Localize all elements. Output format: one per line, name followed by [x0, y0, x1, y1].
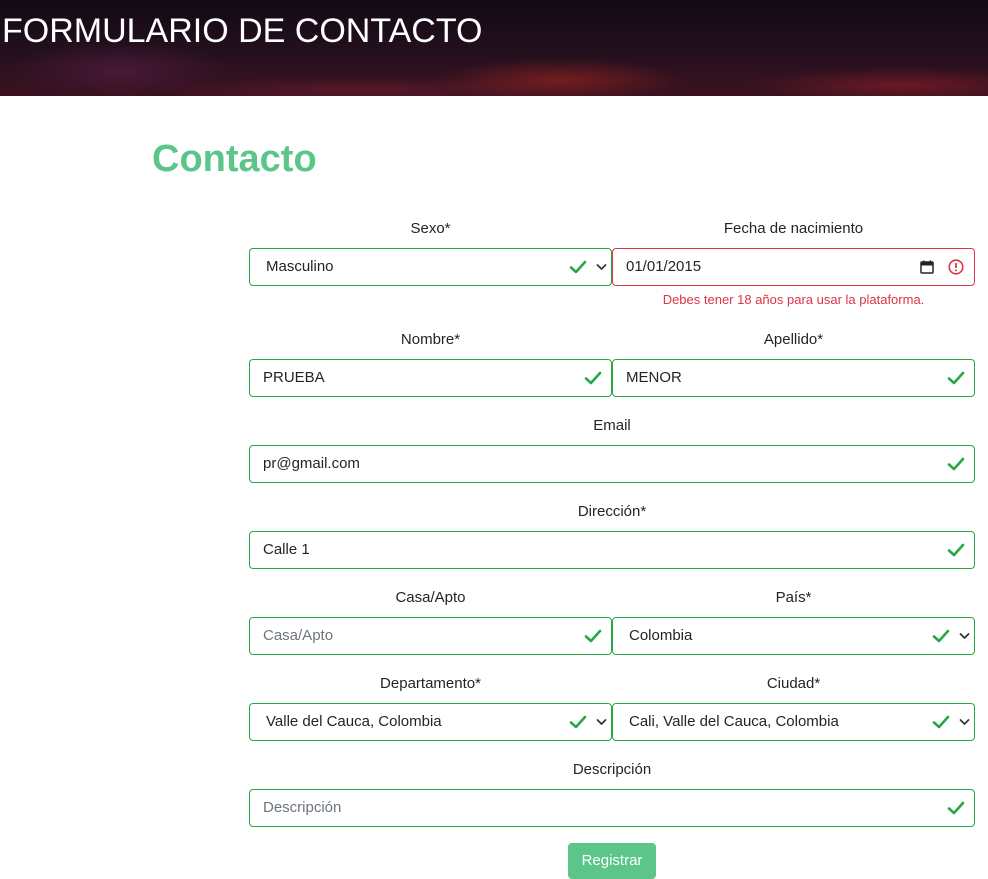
pais-select[interactable]: Colombia [612, 617, 975, 655]
direccion-input[interactable]: Calle 1 [249, 531, 975, 569]
sexo-label: Sexo* [410, 220, 451, 237]
fecha-label: Fecha de nacimiento [723, 220, 864, 237]
registrar-button[interactable]: Registrar [568, 843, 656, 879]
email-input[interactable]: pr@gmail.com [249, 445, 975, 483]
header-banner: FORMULARIO DE CONTACTO [0, 0, 988, 96]
apellido-value: MENOR [626, 369, 682, 386]
pais-value: Colombia [629, 627, 693, 644]
chevron-down-icon [596, 264, 607, 270]
check-icon [947, 457, 965, 471]
check-icon [932, 629, 950, 643]
exclamation-circle-icon [948, 259, 964, 275]
ciudad-select[interactable]: Cali, Valle del Cauca, Colombia [612, 703, 975, 741]
check-icon [947, 801, 965, 815]
nombre-label: Nombre* [400, 331, 461, 348]
sexo-select[interactable]: Masculino [249, 248, 612, 286]
check-icon [569, 260, 587, 274]
sexo-value: Masculino [266, 258, 334, 275]
ciudad-value: Cali, Valle del Cauca, Colombia [629, 713, 839, 730]
nombre-value: PRUEBA [263, 369, 325, 386]
fecha-value: 01/01/2015 [626, 258, 702, 275]
casa-placeholder: Casa/Apto [263, 627, 334, 644]
apellido-input[interactable]: MENOR [612, 359, 975, 397]
check-icon [947, 371, 965, 385]
check-icon [569, 715, 587, 729]
chevron-down-icon [596, 719, 607, 725]
calendar-icon[interactable] [920, 260, 934, 274]
check-icon [932, 715, 950, 729]
departamento-value: Valle del Cauca, Colombia [266, 713, 442, 730]
descripcion-input[interactable]: Descripción [249, 789, 975, 827]
ciudad-label: Ciudad* [766, 675, 821, 692]
direccion-value: Calle 1 [263, 541, 310, 558]
nombre-input[interactable]: PRUEBA [249, 359, 612, 397]
descripcion-placeholder: Descripción [263, 799, 342, 816]
fecha-nacimiento-input[interactable]: 01/01/2015 [612, 248, 975, 286]
pais-label: País* [775, 589, 812, 606]
chevron-down-icon [959, 719, 970, 725]
chevron-down-icon [959, 633, 970, 639]
check-icon [584, 629, 602, 643]
page-title: Contacto [152, 138, 317, 180]
email-value: pr@gmail.com [263, 455, 360, 472]
direccion-label: Dirección* [577, 503, 647, 520]
check-icon [947, 543, 965, 557]
header-title: FORMULARIO DE CONTACTO [2, 12, 483, 50]
departamento-label: Departamento* [380, 675, 481, 692]
casa-input[interactable]: Casa/Apto [249, 617, 612, 655]
apellido-label: Apellido* [763, 331, 824, 348]
check-icon [584, 371, 602, 385]
casa-label: Casa/Apto [395, 589, 466, 606]
descripcion-label: Descripción [572, 761, 652, 778]
fecha-error-message: Debes tener 18 años para usar la platafo… [662, 292, 925, 307]
email-label: Email [593, 417, 631, 434]
departamento-select[interactable]: Valle del Cauca, Colombia [249, 703, 612, 741]
